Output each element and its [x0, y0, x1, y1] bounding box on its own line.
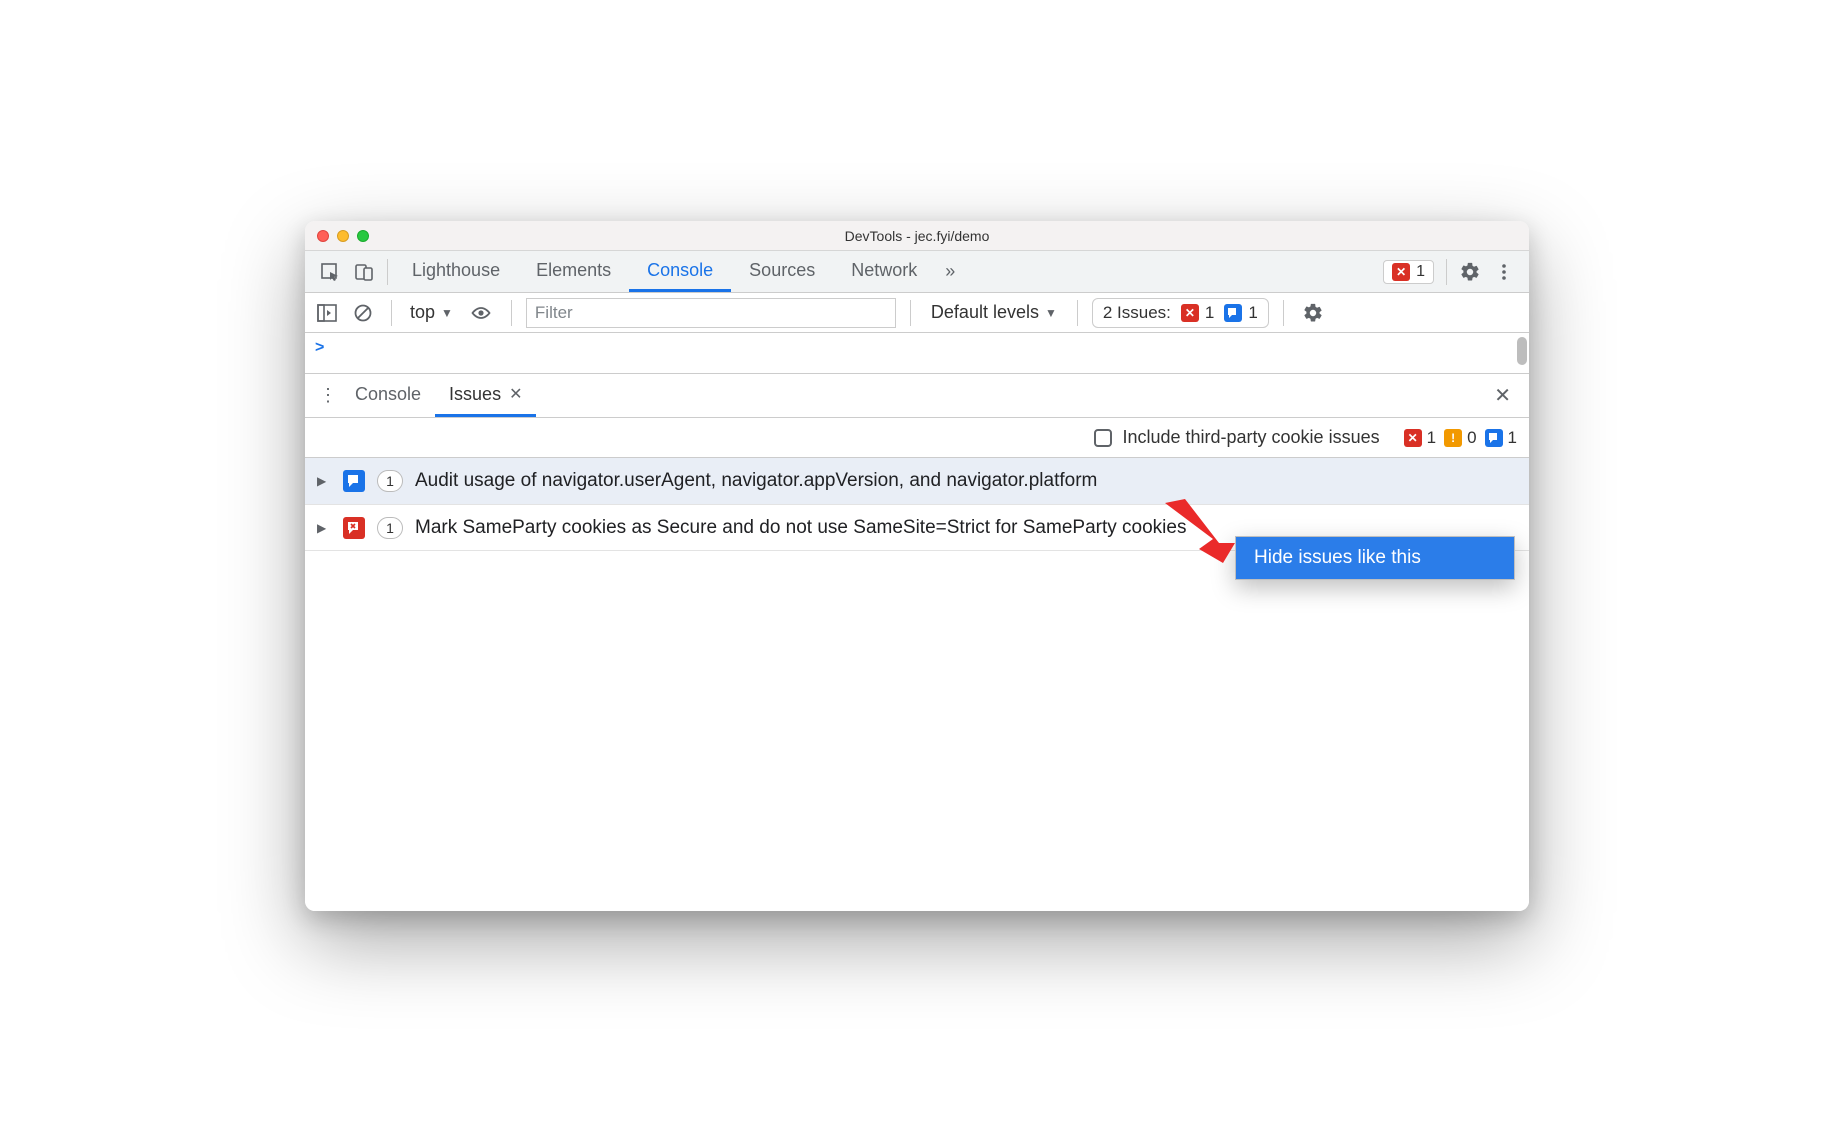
- issue-counts: ✕ 1 ! 0 1: [1404, 428, 1517, 448]
- execution-context-selector[interactable]: top ▼: [406, 302, 457, 323]
- tab-elements[interactable]: Elements: [518, 251, 629, 292]
- window-title: DevTools - jec.fyi/demo: [305, 228, 1529, 244]
- divider: [391, 300, 392, 326]
- drawer-tab-label: Issues: [449, 384, 501, 405]
- third-party-checkbox[interactable]: [1094, 429, 1112, 447]
- log-levels-selector[interactable]: Default levels ▼: [925, 302, 1063, 323]
- minimize-window-button[interactable]: [337, 230, 349, 242]
- tab-lighthouse[interactable]: Lighthouse: [394, 251, 518, 292]
- info-chip-icon: [343, 470, 365, 492]
- context-label: top: [410, 302, 435, 323]
- caret-down-icon: ▼: [441, 306, 453, 320]
- issues-summary-pill[interactable]: 2 Issues: ✕ 1 1: [1092, 298, 1269, 328]
- main-tabs: Lighthouse Elements Console Sources Netw…: [394, 251, 935, 292]
- window-controls: [305, 230, 369, 242]
- count-warnings: 0: [1467, 428, 1476, 448]
- live-expression-icon[interactable]: [465, 298, 497, 328]
- drawer-tabbar: ⋮ Console Issues ✕ ✕: [305, 374, 1529, 418]
- drawer-tab-console[interactable]: Console: [341, 374, 435, 417]
- issue-title: Audit usage of navigator.userAgent, navi…: [415, 468, 1517, 494]
- issue-row[interactable]: ▶ 1 Audit usage of navigator.userAgent, …: [305, 458, 1529, 505]
- inspect-element-icon[interactable]: [313, 255, 347, 289]
- hide-issues-menu-item[interactable]: Hide issues like this: [1236, 537, 1514, 579]
- divider: [387, 259, 388, 285]
- issue-count-badge: 1: [377, 470, 403, 492]
- close-window-button[interactable]: [317, 230, 329, 242]
- issues-info-count: 1: [1248, 303, 1257, 323]
- divider: [1446, 259, 1447, 285]
- issue-count-badge: 1: [377, 517, 403, 539]
- tab-sources[interactable]: Sources: [731, 251, 833, 292]
- error-icon: ✕: [1392, 263, 1410, 281]
- divider: [1283, 300, 1284, 326]
- issues-filter-bar: Include third-party cookie issues ✕ 1 ! 0 …: [305, 418, 1529, 458]
- error-icon: ✕: [1404, 429, 1422, 447]
- issues-summary-label: 2 Issues:: [1103, 303, 1171, 323]
- third-party-label: Include third-party cookie issues: [1122, 427, 1379, 448]
- error-icon: ✕: [1181, 304, 1199, 322]
- top-error-count: 1: [1416, 263, 1425, 281]
- console-prompt: >: [315, 339, 324, 356]
- toggle-sidebar-icon[interactable]: [313, 298, 341, 328]
- console-input-area[interactable]: >: [305, 333, 1529, 373]
- divider: [910, 300, 911, 326]
- info-icon: [1224, 304, 1242, 322]
- devtools-window: DevTools - jec.fyi/demo Lighthouse Eleme…: [305, 221, 1529, 911]
- drawer-panel: ⋮ Console Issues ✕ ✕ Include third-party…: [305, 373, 1529, 911]
- info-icon: [1485, 429, 1503, 447]
- levels-label: Default levels: [931, 302, 1039, 323]
- count-info: 1: [1508, 428, 1517, 448]
- issues-error-count: 1: [1205, 303, 1214, 323]
- console-settings-icon[interactable]: [1298, 298, 1328, 328]
- close-drawer-icon[interactable]: ✕: [1486, 383, 1519, 408]
- main-tabbar: Lighthouse Elements Console Sources Netw…: [305, 251, 1529, 293]
- settings-icon[interactable]: [1453, 255, 1487, 289]
- console-filter-input[interactable]: [526, 298, 896, 328]
- count-errors: 1: [1427, 428, 1436, 448]
- titlebar: DevTools - jec.fyi/demo: [305, 221, 1529, 251]
- scrollbar-thumb[interactable]: [1517, 337, 1527, 365]
- disclosure-triangle-icon[interactable]: ▶: [317, 515, 331, 535]
- divider: [1077, 300, 1078, 326]
- tab-network[interactable]: Network: [833, 251, 935, 292]
- divider: [511, 300, 512, 326]
- drawer-tab-label: Console: [355, 384, 421, 405]
- error-chip-icon: [343, 517, 365, 539]
- maximize-window-button[interactable]: [357, 230, 369, 242]
- clear-console-icon[interactable]: [349, 298, 377, 328]
- drawer-tab-issues[interactable]: Issues ✕: [435, 374, 536, 417]
- close-tab-icon[interactable]: ✕: [509, 384, 522, 404]
- tabs-overflow-button[interactable]: »: [935, 261, 965, 282]
- warning-icon: !: [1444, 429, 1462, 447]
- more-options-icon[interactable]: [1487, 255, 1521, 289]
- context-menu: Hide issues like this: [1235, 536, 1515, 580]
- disclosure-triangle-icon[interactable]: ▶: [317, 468, 331, 488]
- device-toolbar-icon[interactable]: [347, 255, 381, 289]
- tab-console[interactable]: Console: [629, 251, 731, 292]
- top-error-badge[interactable]: ✕ 1: [1383, 260, 1434, 284]
- drawer-more-options-icon[interactable]: ⋮: [315, 385, 341, 406]
- console-toolbar: top ▼ Default levels ▼ 2 Issues: ✕ 1 1: [305, 293, 1529, 333]
- caret-down-icon: ▼: [1045, 306, 1057, 320]
